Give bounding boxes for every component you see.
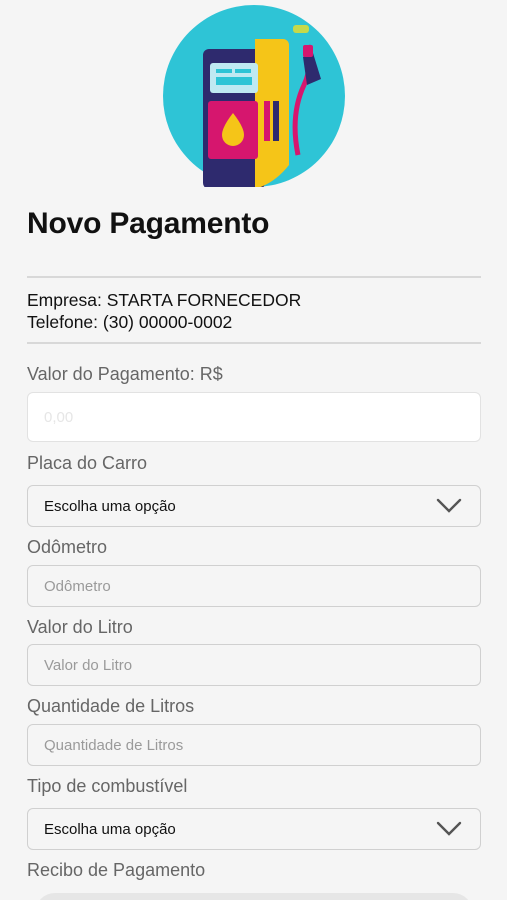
- liter-price-input[interactable]: Valor do Litro: [27, 644, 481, 686]
- car-plate-label: Placa do Carro: [27, 453, 148, 473]
- payment-value-placeholder: 0,00: [44, 408, 74, 426]
- liter-price-placeholder: Valor do Litro: [44, 656, 133, 674]
- receipt-label: Recibo de Pagamento: [27, 860, 206, 880]
- divider: [27, 276, 481, 278]
- payment-value-label: Valor do Pagamento: R$: [27, 364, 223, 384]
- fuel-type-select[interactable]: Escolha uma opção: [27, 808, 481, 850]
- odometer-label: Odômetro: [27, 537, 108, 557]
- payment-value-input[interactable]: 0,00: [27, 392, 481, 442]
- chevron-down-icon: [436, 498, 462, 513]
- divider: [27, 342, 481, 344]
- liter-price-label: Valor do Litro: [27, 617, 133, 637]
- supplier-phone: Telefone: (30) 00000-0002: [27, 312, 233, 332]
- odometer-placeholder: Odômetro: [44, 577, 111, 595]
- fuel-type-selected: Escolha uma opção: [44, 820, 176, 838]
- chevron-down-icon: [436, 821, 462, 836]
- fuel-pump-logo: [163, 5, 345, 189]
- liters-quantity-input[interactable]: Quantidade de Litros: [27, 724, 481, 766]
- fuel-type-label: Tipo de combustível: [27, 776, 188, 796]
- liters-quantity-placeholder: Quantidade de Litros: [44, 736, 184, 754]
- fuel-pump-icon: [163, 5, 345, 189]
- page-title: Novo Pagamento: [27, 207, 270, 240]
- supplier-company: Empresa: STARTA FORNECEDOR: [27, 290, 302, 310]
- receipt-upload-button[interactable]: [35, 893, 473, 900]
- odometer-input[interactable]: Odômetro: [27, 565, 481, 607]
- liters-quantity-label: Quantidade de Litros: [27, 696, 195, 716]
- car-plate-select[interactable]: Escolha uma opção: [27, 485, 481, 527]
- car-plate-selected: Escolha uma opção: [44, 497, 176, 515]
